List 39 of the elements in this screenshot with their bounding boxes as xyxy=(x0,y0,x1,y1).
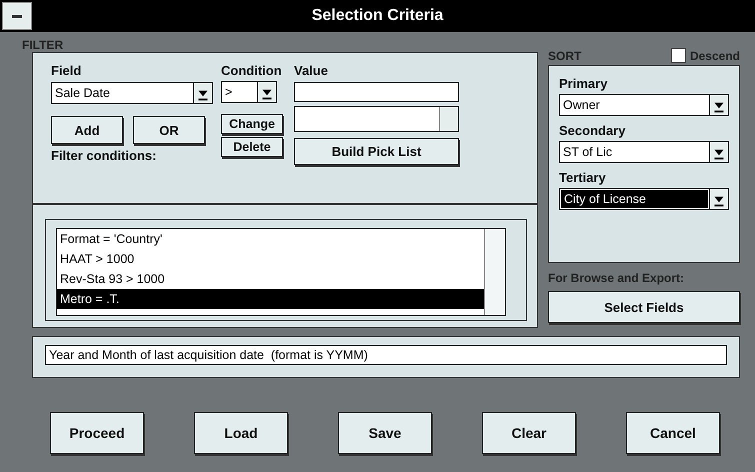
dialog-button[interactable]: Proceed xyxy=(50,412,144,454)
dialog-button[interactable]: Cancel xyxy=(626,412,720,454)
condition-item[interactable]: Format = 'Country' xyxy=(57,229,484,249)
status-text: Year and Month of last acquisition date (format is YYMM) xyxy=(45,345,727,365)
sort-level-label: Tertiary xyxy=(559,170,607,185)
filter-button[interactable]: Add xyxy=(51,116,123,144)
select-fields-button[interactable]: Select Fields xyxy=(548,291,740,323)
dialog-button[interactable]: Load xyxy=(194,412,288,454)
section-heading: SORT xyxy=(548,48,582,62)
build-pick-list-button[interactable]: Build Pick List xyxy=(294,138,459,165)
descend-checkbox[interactable] xyxy=(670,48,686,63)
system-menu-button[interactable] xyxy=(2,2,32,30)
field-dropdown[interactable]: Sale Date xyxy=(51,82,213,104)
condition-dropdown[interactable]: > xyxy=(221,81,277,103)
condition-label: Condition xyxy=(221,63,283,78)
sort-level-label: Secondary xyxy=(559,123,626,138)
dialog-button[interactable]: Clear xyxy=(482,412,576,454)
export-label: For Browse and Export: xyxy=(548,271,686,285)
condition-item[interactable]: HAAT > 1000 xyxy=(57,249,484,269)
filter-conditions-label: Filter conditions: xyxy=(51,148,158,163)
edit-button[interactable]: Change xyxy=(221,114,283,134)
sort-level-label: Primary xyxy=(559,76,608,91)
value-list-field[interactable] xyxy=(294,106,459,132)
dialog-button[interactable]: Save xyxy=(338,412,432,454)
value-label: Value xyxy=(294,63,329,78)
window-title: Selection Criteria xyxy=(310,7,444,25)
condition-item[interactable]: Metro = .T. xyxy=(57,289,484,309)
sort-dropdown[interactable]: City of License xyxy=(559,188,729,210)
sort-dropdown[interactable]: Owner xyxy=(559,94,729,116)
value-field[interactable] xyxy=(294,82,459,102)
filter-button[interactable]: OR xyxy=(133,116,205,144)
condition-item[interactable]: Rev-Sta 93 > 1000 xyxy=(57,269,484,289)
scrollbar[interactable] xyxy=(484,229,505,315)
section-heading: FILTER xyxy=(22,38,64,52)
checkbox-label: Descend xyxy=(690,48,740,62)
sort-dropdown[interactable]: ST of Lic xyxy=(559,141,729,163)
scrollbar[interactable] xyxy=(439,107,458,131)
field-label: Field xyxy=(51,63,82,78)
edit-button[interactable]: Delete xyxy=(221,137,283,157)
